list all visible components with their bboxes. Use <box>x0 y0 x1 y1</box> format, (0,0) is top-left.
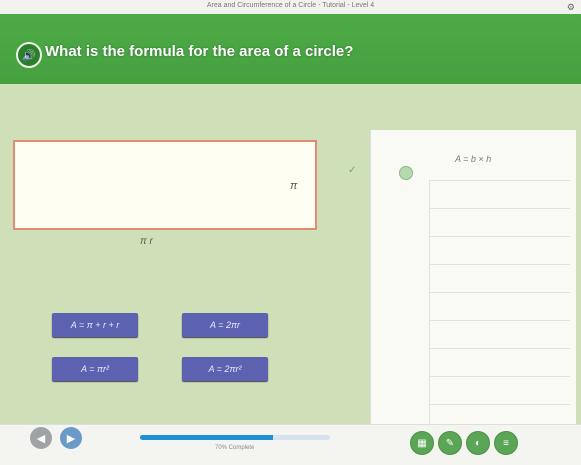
panel-formula: A = b × h <box>455 154 492 164</box>
choice-label: A = π + r + r <box>70 320 120 330</box>
answer-drop-box[interactable] <box>13 140 317 230</box>
speaker-icon[interactable]: 🔊 <box>16 42 42 68</box>
panel-rule <box>429 236 570 237</box>
settings-icon[interactable]: ⚙ <box>567 2 575 13</box>
panel-rule <box>429 404 570 405</box>
choice-label: A = 2πr² <box>208 364 242 374</box>
progress-fill <box>140 435 273 440</box>
panel-rule <box>429 264 570 265</box>
choice-tile-3[interactable]: A = πr² <box>52 357 138 381</box>
window-title: Area and Circumference of a Circle - Tut… <box>206 2 375 9</box>
panel-rule <box>429 208 570 209</box>
calculator-icon[interactable]: ▦ <box>410 431 434 455</box>
panel-rule <box>429 320 570 321</box>
choice-tile-1[interactable]: A = π + r + r <box>52 313 138 337</box>
window-title-bar: Area and Circumference of a Circle - Tut… <box>0 0 581 14</box>
panel-divider <box>429 180 430 430</box>
formula-side-panel: A = b × h <box>370 130 576 430</box>
symbol-pi-r[interactable]: π r <box>140 236 153 247</box>
panel-rule <box>429 376 570 377</box>
eraser-icon[interactable]: ◐ <box>466 431 490 455</box>
panel-rule <box>429 180 570 181</box>
progress-bar <box>140 435 330 440</box>
pencil-icon[interactable]: ✎ <box>438 431 462 455</box>
next-icon[interactable]: ▶ <box>60 427 82 449</box>
symbol-pi[interactable]: π <box>290 180 297 192</box>
panel-rule <box>429 292 570 293</box>
panel-rule <box>429 348 570 349</box>
choice-label: A = 2πr <box>210 320 240 330</box>
footer-toolbar: ◀ ▶ 70% Complete ▦ ✎ ◐ ≡ <box>0 424 581 465</box>
symbol-tick: ✓ <box>348 165 357 176</box>
progress-label: 70% Complete <box>215 445 255 451</box>
back-icon[interactable]: ◀ <box>30 427 52 449</box>
formula-radio[interactable] <box>399 166 413 180</box>
notes-icon[interactable]: ≡ <box>494 431 518 455</box>
choice-label: A = πr² <box>81 364 109 374</box>
question-text: What is the formula for the area of a ci… <box>45 43 354 60</box>
choice-tile-2[interactable]: A = 2πr <box>182 313 268 337</box>
choice-tile-4[interactable]: A = 2πr² <box>182 357 268 381</box>
